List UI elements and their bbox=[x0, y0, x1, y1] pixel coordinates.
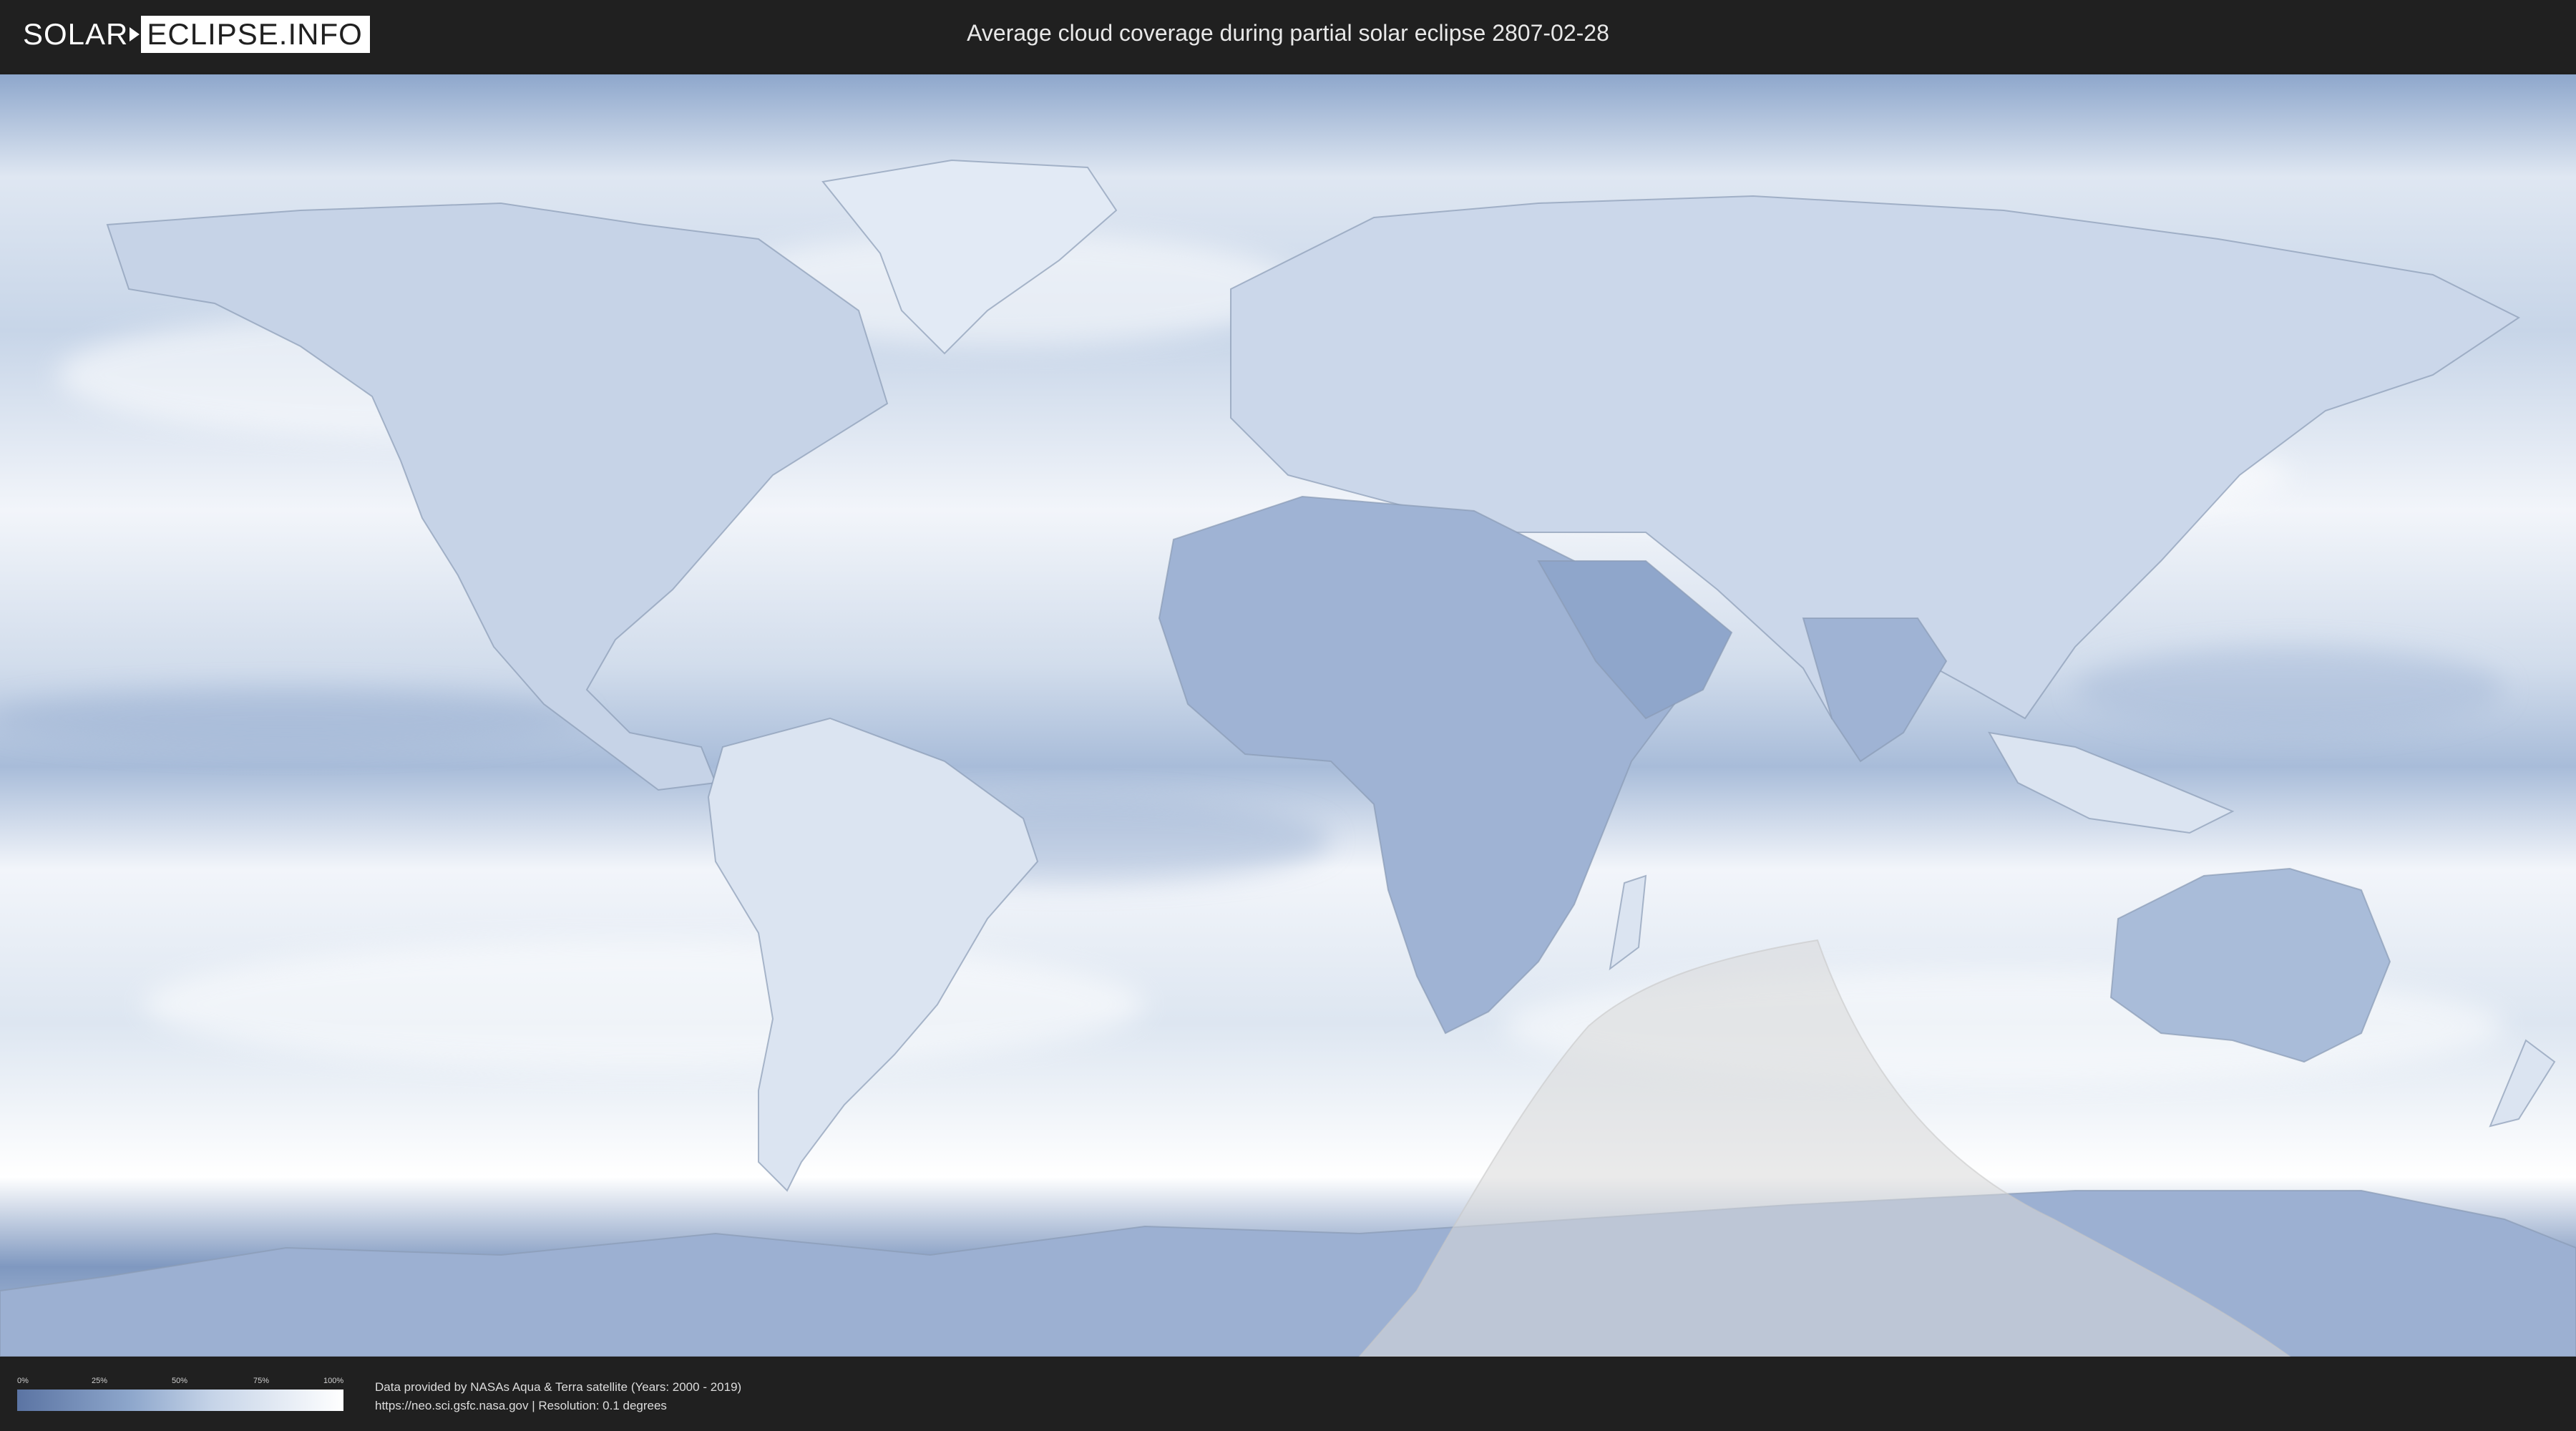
legend-tick-50: 50% bbox=[172, 1377, 188, 1385]
credit-line-url: https://neo.sci.gsfc.nasa.gov | Resoluti… bbox=[375, 1399, 667, 1412]
page-title: Average cloud coverage during partial so… bbox=[967, 20, 1609, 46]
legend-tick-25: 25% bbox=[92, 1377, 108, 1385]
legend-tick-100: 100% bbox=[323, 1377, 344, 1385]
credit-line-source: Data provided by NASAs Aqua & Terra sate… bbox=[375, 1380, 742, 1394]
data-credits: Data provided by NASAs Aqua & Terra sate… bbox=[375, 1378, 741, 1415]
cloud-coverage-legend: 0% 25% 50% 75% 100% bbox=[17, 1377, 343, 1411]
legend-tick-0: 0% bbox=[17, 1377, 29, 1385]
world-map-svg bbox=[0, 74, 2576, 1357]
header-bar: SOLAR ECLIPSE.INFO Average cloud coverag… bbox=[0, 0, 2576, 72]
legend-color-bar bbox=[17, 1390, 343, 1411]
footer-bar: 0% 25% 50% 75% 100% Data provided by NAS… bbox=[0, 1359, 2576, 1431]
cloud-coverage-map bbox=[0, 74, 2576, 1357]
legend-ticks: 0% 25% 50% 75% 100% bbox=[17, 1377, 343, 1388]
legend-tick-75: 75% bbox=[253, 1377, 270, 1385]
